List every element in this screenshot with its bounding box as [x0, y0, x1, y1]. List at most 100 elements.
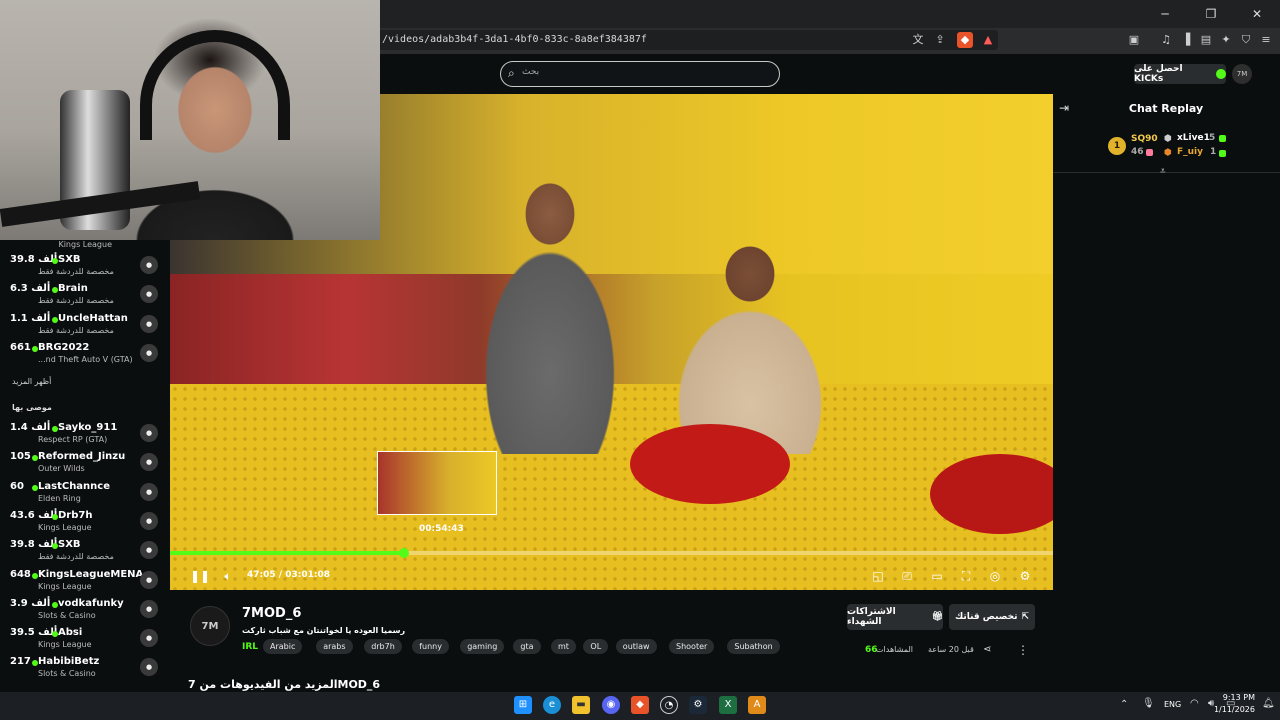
leaderboard-value: 5 [1209, 133, 1216, 143]
clip-icon[interactable]: ⎚ [899, 568, 915, 584]
user-avatar[interactable]: 7M [1232, 64, 1252, 84]
sidebar-item-sxb[interactable]: 39.8 ألف SXB مخصصة للدردشة فقط ● [0, 254, 170, 282]
channel-avatar: ● [140, 511, 158, 530]
sidebar-item-sayko-911[interactable]: 1.4 ألف Sayko_911 Respect RP (GTA) ● [0, 422, 170, 450]
channel-name: BRG2022 [38, 341, 90, 353]
wallet-icon[interactable]: ▤ [1198, 32, 1214, 48]
progress-handle[interactable] [398, 548, 409, 558]
tray-chevron-icon[interactable]: ⌃ [1120, 699, 1128, 710]
sidebar-item-brain[interactable]: 6.3 ألف Brain مخصصة للدردشة فقط ● [0, 283, 170, 311]
menu-icon[interactable]: ≡ [1258, 32, 1274, 48]
leaderboard-name[interactable]: SQ90 [1131, 134, 1158, 144]
notification-icon[interactable]: 🔔︎ [1262, 698, 1275, 709]
channel-name: Reformed_Jinzu [38, 451, 126, 463]
sidebar-item-unclehattan[interactable]: 1.1 ألف UncleHattan مخصصة للدردشة فقط ● [0, 313, 170, 341]
microphone-icon[interactable]: 🎙︎ [1142, 698, 1155, 709]
language-indicator[interactable]: ENG [1164, 700, 1181, 709]
channel-avatar[interactable]: 7M [190, 606, 230, 646]
minimize-icon[interactable]: ─ [1142, 0, 1188, 28]
channel-category: مخصصة للدردشة فقط [38, 552, 114, 562]
search-input[interactable] [500, 61, 780, 87]
volume-icon[interactable]: 🔈︎ [220, 568, 236, 584]
search-placeholder: بحث [522, 67, 540, 77]
speed-icon[interactable]: ◎ [987, 568, 1003, 584]
vpn-icon[interactable]: ⛉ [1238, 32, 1254, 48]
close-icon[interactable]: ✕ [1234, 0, 1280, 28]
maximize-icon[interactable]: ❐ [1188, 0, 1234, 28]
badge-icon: ⬢ [1164, 148, 1172, 158]
channel-avatar: ● [140, 256, 158, 274]
app-icon[interactable]: A [748, 696, 766, 714]
channel-name: Drb7h [58, 509, 93, 521]
tag-chip[interactable]: drb7h [364, 639, 402, 654]
brave-rewards-icon[interactable]: ▲ [980, 32, 996, 48]
brave-icon[interactable]: ◆ [631, 696, 649, 714]
tag-chip[interactable]: Arabic [263, 639, 303, 654]
channel-category: مخصصة للدردشة فقط [38, 296, 114, 306]
tag-chip[interactable]: gta [513, 639, 541, 654]
share-page-icon[interactable]: ⇪ [932, 32, 948, 48]
steam-icon[interactable]: ⚙ [689, 696, 707, 714]
tag-chip[interactable]: mt [551, 639, 576, 654]
tag-chip[interactable]: arabs [316, 639, 353, 654]
leaderboard-name[interactable]: F_uiy [1177, 147, 1203, 157]
viewer-count: 39.5 ألف [10, 627, 58, 639]
collapse-chat-icon[interactable]: ⇥ [1059, 101, 1069, 115]
pip-icon[interactable]: ◱ [870, 568, 886, 584]
category-link[interactable]: IRL [242, 642, 258, 652]
customize-channel-button[interactable]: تخصيص قناتك ⇱ [949, 604, 1035, 630]
channel-avatar: ● [140, 343, 158, 362]
translate-icon[interactable]: 文 [910, 32, 926, 48]
channel-name: vodkafunky [58, 597, 124, 609]
url-field[interactable]: /videos/adab3b4f-3da1-4bf0-833c-8a8ef384… [378, 30, 998, 50]
viewer-count: 1.1 ألف [10, 312, 51, 324]
reader-icon[interactable]: ▐ [1178, 32, 1194, 48]
pause-icon[interactable]: ❚❚ [190, 568, 210, 584]
edge-icon[interactable]: e [543, 696, 561, 714]
channel-name: HabibiBetz [38, 656, 100, 668]
get-kicks-button[interactable]: احصل على KICKs [1134, 64, 1226, 84]
tag-chip[interactable]: funny [412, 639, 449, 654]
ai-icon[interactable]: ✦ [1218, 32, 1234, 48]
share-icon[interactable]: ⋖ [983, 644, 991, 655]
expand-leaderboard-icon[interactable]: ⩡ [1160, 166, 1166, 177]
sidebar-item-brg2022[interactable]: 661 BRG2022 ...nd Theft Auto V (GTA) ● [0, 342, 170, 370]
brave-shield-icon[interactable]: ◆ [957, 32, 973, 48]
excel-icon[interactable]: X [719, 696, 737, 714]
discord-icon[interactable]: ◉ [602, 696, 620, 714]
sidebar-item-sxb[interactable]: 39.8 ألف SXB مخصصة للدردشة فقط ● [0, 539, 170, 567]
folder-icon[interactable]: ▬ [572, 696, 590, 714]
leaderboard-name[interactable]: xLive1 [1177, 133, 1210, 143]
tag-chip[interactable]: Subathon [727, 639, 780, 654]
tag-chip[interactable]: Shooter [669, 639, 715, 654]
subscriptions-button[interactable]: الاشتراكات الشهداء 🎁︎ [847, 604, 943, 630]
more-options-icon[interactable]: ⋮ [1017, 643, 1029, 657]
sidebar-item-lastchannce[interactable]: 60 LastChannce Elden Ring ● [0, 481, 170, 509]
subscriptions-label: الاشتراكات الشهداء [847, 607, 896, 627]
clock-time[interactable]: 9:13 PM [1223, 693, 1255, 702]
obs-icon[interactable]: ◔ [660, 696, 678, 714]
tag-chip[interactable]: gaming [460, 639, 505, 654]
settings-gear-icon[interactable]: ⚙ [1017, 568, 1033, 584]
sidebar-item-reformed-jinzu[interactable]: 105 Reformed_Jinzu Outer Wilds ● [0, 451, 170, 479]
sidebar-item-drb7h[interactable]: 43.6 ألف Drb7h Kings League ● [0, 510, 170, 538]
theater-icon[interactable]: ▭ [929, 568, 945, 584]
sidebar-item-kingsleaguemena[interactable]: 648 KingsLeagueMENA Kings League ● [0, 569, 170, 597]
sidebar-item-absi[interactable]: 39.5 ألف Absi Kings League ● [0, 627, 170, 655]
tag-chip[interactable]: outlaw [615, 639, 657, 654]
channel-avatar: ● [140, 314, 158, 333]
start-icon[interactable]: ⊞ [514, 696, 532, 714]
channel-category: Respect RP (GTA) [38, 435, 108, 444]
wifi-icon[interactable]: ◠ [1190, 698, 1199, 709]
viewer-count: 3.9 ألف [10, 597, 51, 609]
sidebar-item-vodkafunky[interactable]: 3.9 ألف vodkafunky Slots & Casino ● [0, 598, 170, 626]
tag-chip[interactable]: OL [583, 639, 609, 654]
show-more-link[interactable]: أظهر المزيد [12, 377, 51, 386]
sidebar-toggle-icon[interactable]: ▣ [1126, 32, 1142, 48]
sidebar-item-habibibetz[interactable]: 217 HabibiBetz Slots & Casino ● [0, 656, 170, 684]
fullscreen-icon[interactable]: ⛶ [958, 568, 974, 584]
clock-date[interactable]: 1/11/2026 [1214, 705, 1255, 714]
media-icon[interactable]: ♫ [1158, 32, 1174, 48]
channel-name[interactable]: 7MOD_6 [242, 606, 301, 621]
channel-category: مخصصة للدردشة فقط [38, 267, 114, 276]
